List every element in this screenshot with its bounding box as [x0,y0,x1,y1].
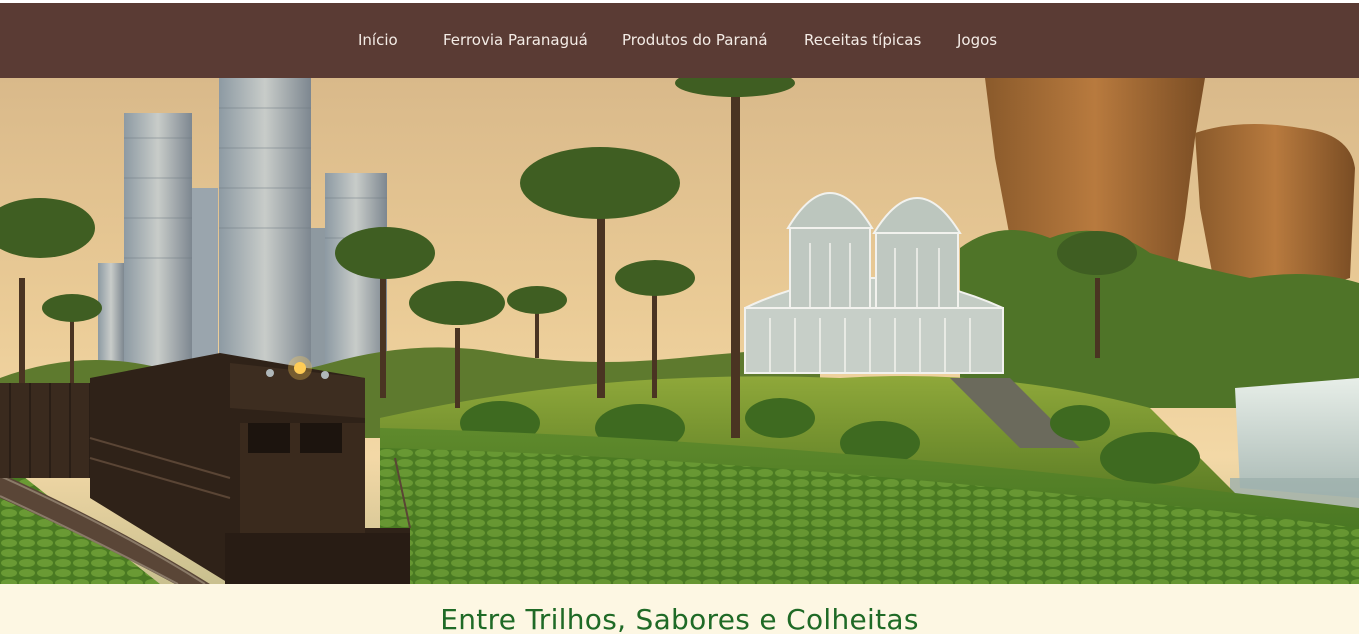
nav-item-inicio[interactable]: Início [358,30,398,50]
page-title: Entre Trilhos, Sabores e Colheitas [440,603,919,636]
waterfall [1230,378,1359,508]
nav-item-produtos-do-parana[interactable]: Produtos do Paraná [622,30,768,50]
hero-banner [0,78,1359,584]
nav-item-receitas-tipicas[interactable]: Receitas típicas [804,30,921,50]
hero-landscape-image [0,78,1359,584]
nav-item-ferrovia-paranagua[interactable]: Ferrovia Paranaguá [443,30,588,50]
main-navbar: Início Ferrovia Paranaguá Produtos do Pa… [0,3,1359,78]
title-section: Entre Trilhos, Sabores e Colheitas [0,584,1359,636]
nav-item-jogos[interactable]: Jogos [957,30,997,50]
